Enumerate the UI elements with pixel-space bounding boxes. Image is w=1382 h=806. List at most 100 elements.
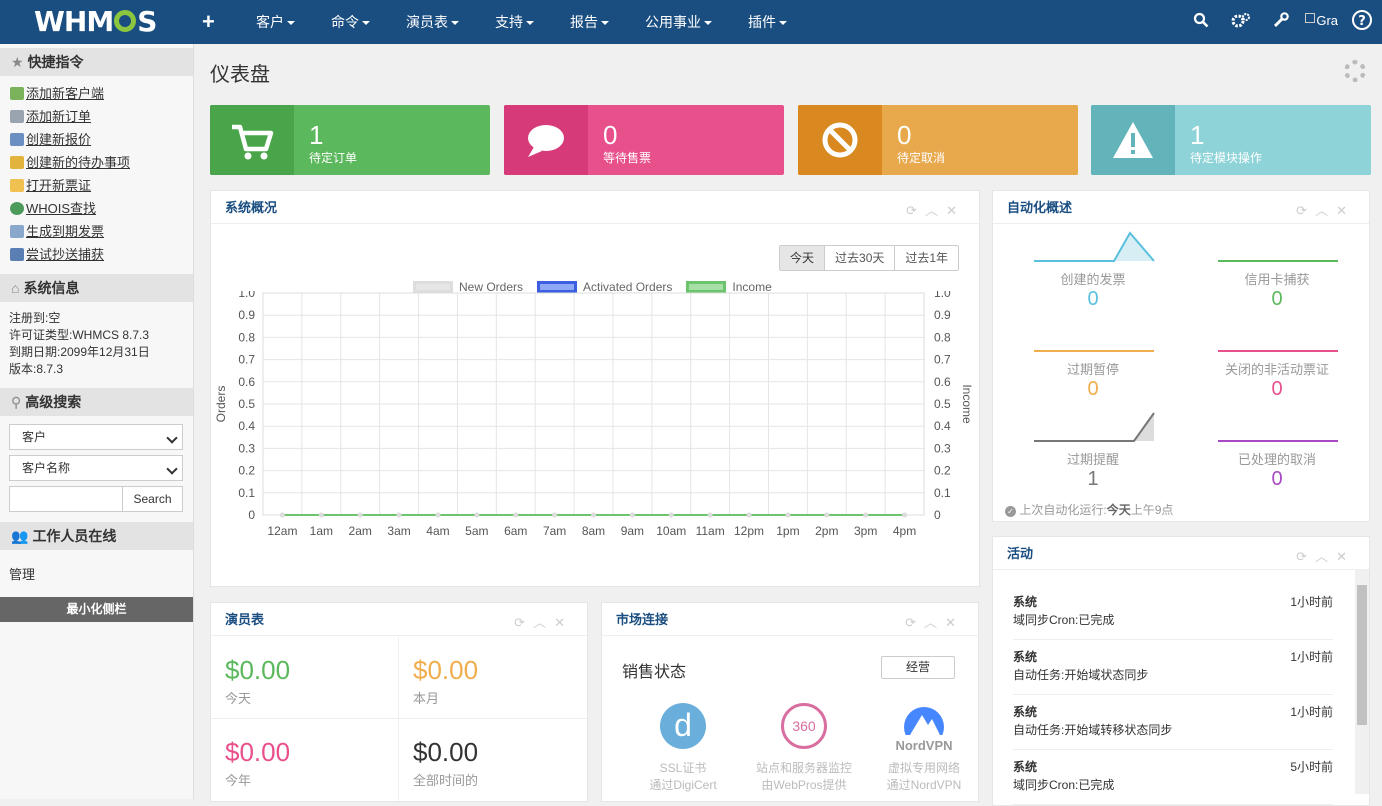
stat-awaiting-tickets[interactable]: 0 等待售票 [504,105,784,175]
system-info-title: 系统信息 [23,280,80,296]
nav-support[interactable]: 支持 [481,12,556,32]
data-point [474,512,480,518]
search-type-select[interactable]: 客户 [9,424,183,450]
data-point [357,512,363,518]
360-monitoring-logo: 360 [781,703,827,749]
close-icon[interactable]: ✕ [1336,549,1355,564]
search-button[interactable]: Search [123,486,183,512]
collapse-icon[interactable]: ︿ [533,615,554,630]
manage-button[interactable]: 经营 [881,656,955,679]
open-ticket-icon [10,179,24,192]
license-type: 许可证类型:WHMCS 8.7.3 [9,328,150,342]
range-30days[interactable]: 过去30天 [824,246,894,270]
range-1year[interactable]: 过去1年 [894,246,958,270]
wrench-icon[interactable] [1273,11,1290,33]
quick-link-label: 添加新订单 [26,109,92,124]
system-info: 注册到:空 许可证类型:WHMCS 8.7.3 到期日期:2099年12月31日… [0,302,193,388]
quick-link-whois[interactable]: WHOIS查找 [10,197,193,220]
x-tick-label: 12pm [734,524,764,538]
quick-link-open-ticket[interactable]: 打开新票证 [10,174,193,197]
collapse-icon[interactable]: ︿ [1315,549,1336,564]
stat-pending-orders[interactable]: 1 待定订单 [210,105,490,175]
close-icon[interactable]: ✕ [945,615,964,630]
quick-link-add-order[interactable]: 添加新订单 [10,105,193,128]
close-icon[interactable]: ✕ [554,615,573,630]
help-icon[interactable]: ? [1352,9,1372,35]
automation-item: 信用卡捕获 0 [1185,229,1369,311]
stat-label: 等待售票 [603,151,652,165]
nav-addons[interactable]: 插件 [734,12,809,32]
range-today[interactable]: 今天 [780,246,825,270]
main-nav: + 客户 命令 演员表 支持 报告 公用事业 插件 [196,0,809,44]
stat-pending-module-actions[interactable]: 1 待定模块操作 [1091,105,1371,175]
panel-controls: ⟳︿✕ [905,612,964,631]
refresh-icon[interactable]: ⟳ [905,615,924,630]
refresh-icon[interactable]: ⟳ [1296,549,1315,564]
market-item-monitoring[interactable]: 360 站点和服务器监控 由WebPros提供 [748,703,860,793]
cogs-icon[interactable] [1231,12,1251,33]
x-tick-label: 1am [310,524,333,538]
warning-icon [1091,105,1175,175]
x-tick-label: 10am [656,524,686,538]
market-item-vpn[interactable]: NordVPN 虚拟专用网络 通过NordVPN [868,703,978,793]
quick-link-cc-capture[interactable]: 尝试抄送捕获 [10,243,193,266]
search-field-select[interactable]: 客户名称 [9,455,183,481]
x-tick-label: 12am [267,524,297,538]
expiry-date: 到期日期:2099年12月31日 [9,345,150,359]
nav-reports[interactable]: 报告 [556,12,631,32]
whmcs-logo[interactable]: WHM S [34,5,157,38]
automation-item: 已处理的取消 0 [1185,409,1369,491]
activity-user: 系统 [1013,760,1038,774]
nav-clients[interactable]: 客户 [242,12,317,32]
settings-gear-icon[interactable] [1344,60,1366,82]
refresh-icon[interactable]: ⟳ [906,203,925,218]
collapse-icon[interactable]: ︿ [924,615,945,630]
collapse-icon[interactable]: ︿ [925,203,946,218]
panel-controls: ⟳︿✕ [906,200,965,219]
quick-link-create-quote[interactable]: 创建新报价 [10,128,193,151]
x-tick-label: 3am [387,524,410,538]
search-icon[interactable] [1193,12,1209,33]
stat-number: 0 [897,120,912,150]
sparkline-cc-captures [1218,260,1338,262]
staff-online-name: 管理 [9,567,36,582]
y2-axis-label: Income [960,384,974,424]
avatar[interactable]: Gra [1305,12,1338,28]
nav-orders[interactable]: 命令 [317,12,392,32]
refresh-icon[interactable]: ⟳ [1296,203,1315,218]
credit-card-icon [10,248,24,261]
quick-link-create-todo[interactable]: 创建新的待办事项 [10,151,193,174]
y2-tick-label: 0.8 [934,330,951,344]
billing-panel: 演员表 ⟳︿✕ $0.00 今天 $0.00 本月 $0.00 今年 $0.00… [210,602,588,802]
search-input[interactable] [9,486,123,512]
quick-links-title: 快捷指令 [27,54,84,70]
market-line2: 由WebPros提供 [761,778,847,792]
y-tick-label: 0.3 [238,441,255,455]
close-icon[interactable]: ✕ [946,203,965,218]
add-new-icon[interactable]: + [202,9,242,35]
refresh-icon[interactable]: ⟳ [514,615,533,630]
top-navbar: WHM S + 客户 命令 演员表 支持 报告 公用事业 插件 Gra ? [0,0,1382,44]
sparkline-cancellations [1218,440,1338,442]
top-icons: Gra ? [1171,0,1372,44]
activity-user: 系统 [1013,595,1038,609]
quick-link-add-client[interactable]: 添加新客户端 [10,82,193,105]
quick-link-label: 创建新的待办事项 [26,155,131,170]
y2-tick-label: 0 [934,508,941,522]
market-item-ssl[interactable]: d SSL证书 通过DigiCert [628,703,738,793]
minimize-sidebar-button[interactable]: 最小化侧栏 [0,597,193,622]
activity-scrollbar[interactable] [1355,569,1369,794]
nav-utilities[interactable]: 公用事业 [631,12,734,32]
digicert-logo: d [660,703,706,749]
quick-link-generate-invoices[interactable]: 生成到期发票 [10,220,193,243]
nav-billing[interactable]: 演员表 [392,12,481,32]
activity-item: 系统 1小时前 自动任务:开始域状态同步 [1013,640,1333,695]
stat-number: 0 [603,120,618,150]
last-run-time: 上午9点 [1130,503,1174,517]
billing-this-month: $0.00 本月 [399,637,587,719]
scrollbar-thumb[interactable] [1357,585,1367,725]
close-icon[interactable]: ✕ [1336,203,1355,218]
collapse-icon[interactable]: ︿ [1315,203,1336,218]
stat-pending-cancellations[interactable]: 0 待定取消 [798,105,1078,175]
automation-value: 0 [1087,378,1099,400]
